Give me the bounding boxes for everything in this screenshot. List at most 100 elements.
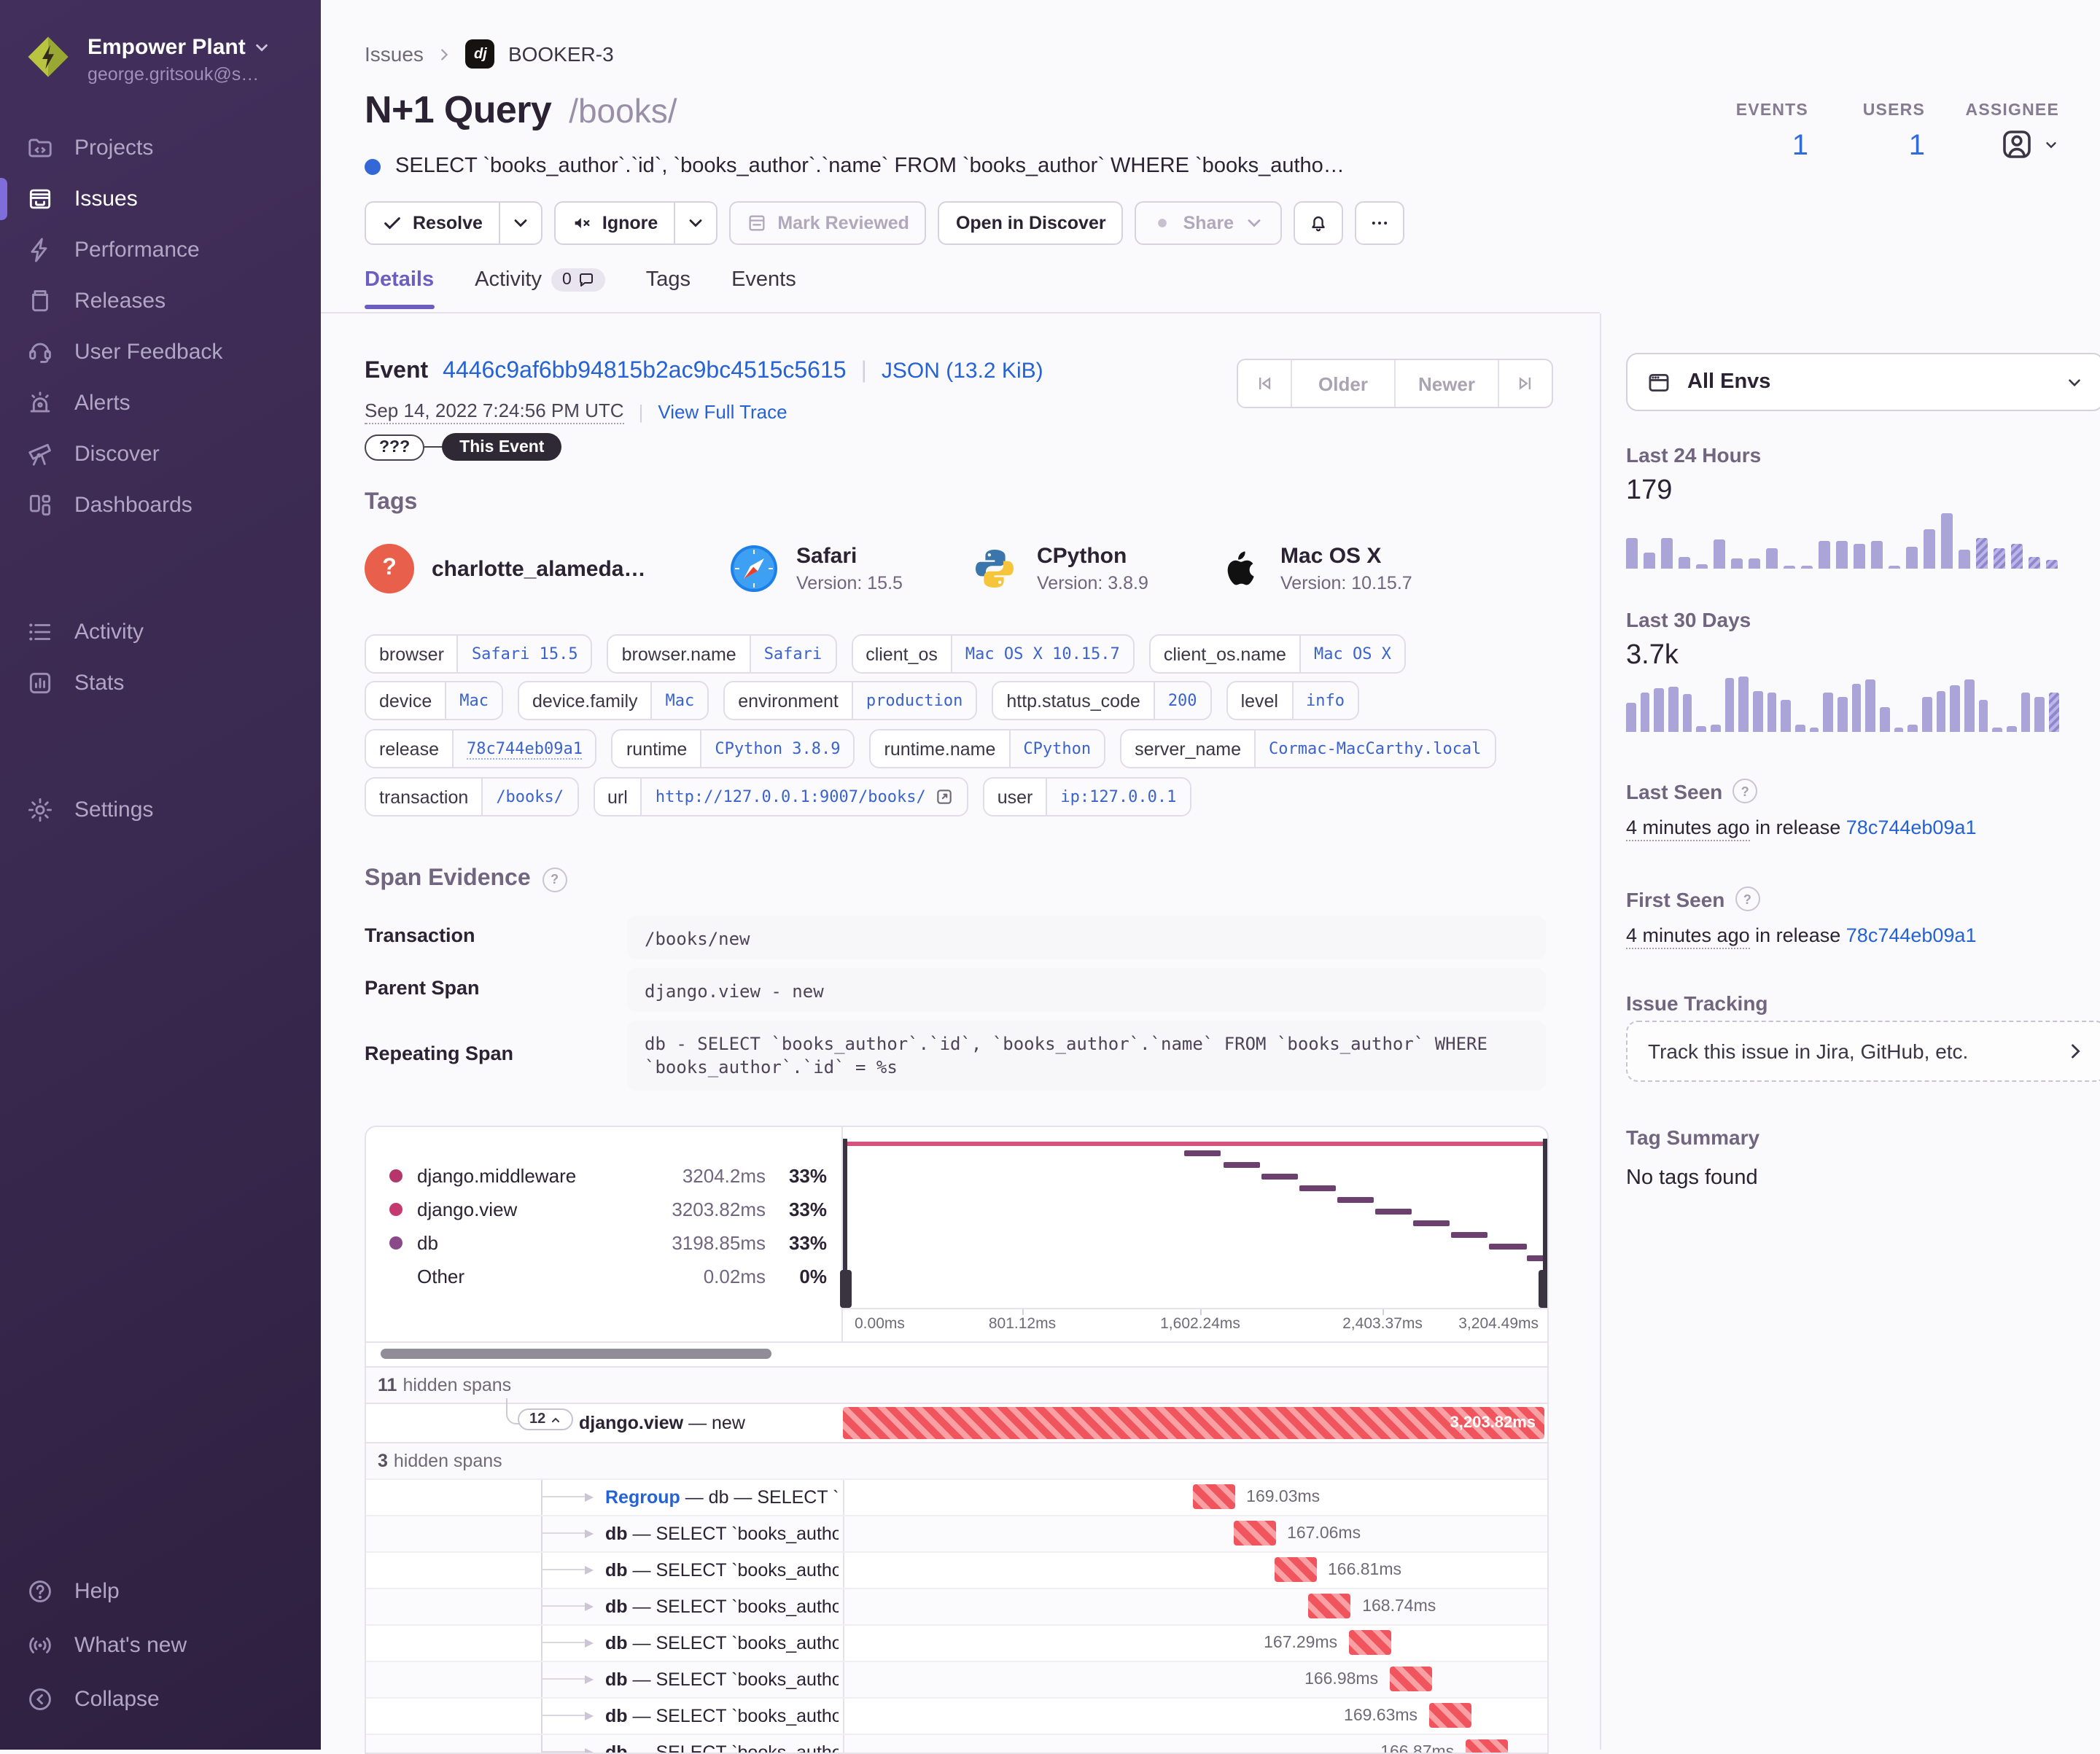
span-row[interactable]: db — SELECT `books_author` 168.74ms — [366, 1588, 1547, 1624]
span-duration-bar[interactable] — [1429, 1703, 1472, 1728]
tag-pill-device[interactable]: device Mac — [365, 681, 504, 720]
parent-span-bar[interactable]: 3,203.82ms — [843, 1407, 1544, 1439]
sidebar-item-what-s-new[interactable]: What's new — [0, 1618, 321, 1672]
hidden-spans-row-top[interactable]: 11 hidden spans — [366, 1366, 1547, 1403]
tag-pill-client-os[interactable]: client_os Mac OS X 10.15.7 — [851, 634, 1135, 674]
sidebar-item-performance[interactable]: Performance — [0, 225, 321, 276]
sidebar-item-stats[interactable]: Stats — [0, 658, 321, 709]
view-full-trace-link[interactable]: View Full Trace — [658, 401, 787, 423]
tag-pill-release[interactable]: release 78c744eb09a1 — [365, 729, 597, 768]
tab-activity[interactable]: Activity 0 — [475, 268, 605, 309]
span-row[interactable]: db — SELECT `books_author` 169.63ms — [366, 1697, 1547, 1734]
oldest-event-button[interactable] — [1238, 360, 1291, 407]
sidebar-item-projects[interactable]: Projects — [0, 122, 321, 174]
help-question-icon[interactable]: ? — [1732, 779, 1758, 803]
users-count[interactable]: 1 — [1811, 130, 1925, 163]
legend-op-name: db — [417, 1232, 438, 1254]
last-seen-ago[interactable]: 4 minutes ago — [1626, 816, 1750, 841]
span-row[interactable]: db — SELECT `books_author` 167.29ms — [366, 1624, 1547, 1661]
span-row[interactable]: db — SELECT `books_author` 166.98ms — [366, 1661, 1547, 1697]
tag-pill-level[interactable]: level info — [1226, 681, 1359, 720]
minimap-left-knob[interactable] — [840, 1270, 852, 1309]
mark-reviewed-button[interactable]: Mark Reviewed — [729, 201, 927, 245]
last-seen-release-link[interactable]: 78c744eb09a1 — [1846, 816, 1977, 838]
span-group-expander[interactable]: 12 — [518, 1408, 574, 1430]
tag-pill-user[interactable]: user ip:127.0.0.1 — [982, 777, 1191, 816]
sidebar-item-collapse[interactable]: Collapse — [0, 1672, 321, 1726]
sidebar-item-discover[interactable]: Discover — [0, 429, 321, 480]
ignore-button[interactable]: Ignore — [553, 201, 676, 245]
environment-selector[interactable]: All Envs — [1626, 353, 2100, 411]
event-json-link[interactable]: JSON (13.2 KiB) — [882, 359, 1043, 383]
tag-card-safari[interactable]: Safari Version: 15.5 — [729, 528, 970, 609]
open-in-discover-button[interactable]: Open in Discover — [938, 201, 1124, 245]
help-question-icon[interactable]: ? — [542, 867, 567, 892]
event-id-link[interactable]: 4446c9af6bb94815b2ac9bc4515c5615 — [443, 359, 846, 385]
parent-span-row[interactable]: 12 django.view — new 3,203.82ms — [366, 1398, 1547, 1442]
trace-minimap[interactable] — [840, 1127, 1547, 1309]
this-event-pill[interactable]: This Event — [442, 433, 562, 461]
newest-event-button[interactable] — [1498, 360, 1552, 407]
tag-card-cpython[interactable]: CPython Version: 3.8.9 — [970, 528, 1213, 609]
sidebar-item-help[interactable]: Help — [0, 1564, 321, 1618]
first-seen-release-link[interactable]: 78c744eb09a1 — [1846, 924, 1977, 946]
sidebar-item-releases[interactable]: Releases — [0, 276, 321, 327]
tab-tags[interactable]: Tags — [646, 268, 691, 309]
assignee-selector[interactable] — [1940, 127, 2059, 162]
sidebar-item-alerts[interactable]: Alerts — [0, 378, 321, 429]
span-duration-bar[interactable] — [1274, 1557, 1316, 1582]
help-question-icon[interactable]: ? — [1735, 886, 1760, 911]
sidebar-item-settings[interactable]: Settings — [0, 784, 321, 835]
tag-pill-transaction[interactable]: transaction/books/ — [365, 777, 579, 816]
ignore-dropdown-button[interactable] — [675, 201, 718, 245]
tag-card-mac-os-x[interactable]: Mac OS X Version: 10.15.7 — [1213, 528, 1534, 609]
tag-pill-browser-name[interactable]: browser.name Safari — [607, 634, 837, 674]
span-duration-bar[interactable] — [1233, 1521, 1276, 1546]
tag-pill-device-family[interactable]: device.family Mac — [518, 681, 709, 720]
waterfall-scrollbar[interactable] — [381, 1349, 771, 1359]
first-seen-ago[interactable]: 4 minutes ago — [1626, 924, 1750, 949]
span-duration-bar[interactable] — [1308, 1594, 1351, 1618]
org-switcher[interactable]: Empower Plant george.gritsouk@s… — [0, 0, 321, 85]
sidebar-item-user-feedback[interactable]: User Feedback — [0, 327, 321, 378]
tab-events[interactable]: Events — [731, 268, 796, 309]
tag-card-charlotte-alameda-[interactable]: ? charlotte_alameda… — [365, 528, 729, 609]
span-row[interactable]: db — SELECT `books_author` 166.81ms — [366, 1551, 1547, 1588]
newer-event-button[interactable]: Newer — [1394, 360, 1498, 407]
tag-pill-environment[interactable]: environment production — [723, 681, 978, 720]
sidebar-item-activity[interactable]: Activity — [0, 607, 321, 658]
tag-pill-http-status-code[interactable]: http.status_code 200 — [992, 681, 1212, 720]
sidebar-item-issues[interactable]: Issues — [0, 174, 321, 225]
older-event-button[interactable]: Older — [1291, 360, 1394, 407]
tag-pill-runtime-name[interactable]: runtime.name CPython — [869, 729, 1106, 768]
span-row[interactable]: db — SELECT `books_author` 167.06ms — [366, 1515, 1547, 1551]
track-issue-button[interactable]: Track this issue in Jira, GitHub, etc. — [1626, 1021, 2100, 1082]
resolve-dropdown-button[interactable] — [499, 201, 542, 245]
tag-pill-server-name[interactable]: server_name Cormac-MacCarthy.local — [1120, 729, 1496, 768]
events-count[interactable]: 1 — [1677, 130, 1808, 163]
hidden-spans-row-inner[interactable]: 3 hidden spans — [366, 1442, 1547, 1478]
more-actions-button[interactable] — [1355, 201, 1405, 245]
unknown-event-pill[interactable]: ??? — [365, 434, 425, 460]
legend-op-name: django.view — [417, 1198, 518, 1220]
resolve-button[interactable]: Resolve — [365, 201, 500, 245]
breadcrumb-issues-link[interactable]: Issues — [365, 42, 424, 66]
event-timestamp[interactable]: Sep 14, 2022 7:24:56 PM UTC — [365, 399, 624, 424]
chevron-up-icon — [552, 1416, 560, 1422]
tag-pill-url[interactable]: url http://127.0.0.1:9007/books/ — [593, 777, 968, 816]
span-duration-bar[interactable] — [1349, 1630, 1392, 1655]
minimap-right-knob[interactable] — [1539, 1270, 1547, 1309]
span-duration-bar[interactable] — [1192, 1484, 1235, 1509]
span-bar-area: 167.06ms — [843, 1516, 1547, 1551]
span-duration-bar[interactable] — [1390, 1667, 1433, 1691]
share-button[interactable]: Share — [1135, 201, 1283, 245]
sidebar-item-dashboards[interactable]: Dashboards — [0, 480, 321, 531]
span-row[interactable]: db — SELECT `books_author` 166.87ms — [366, 1734, 1547, 1753]
span-row[interactable]: Regroup — db — SELECT `boo 169.03ms — [366, 1478, 1547, 1515]
tab-details[interactable]: Details — [365, 268, 434, 309]
tag-pill-browser[interactable]: browser Safari 15.5 — [365, 634, 593, 674]
tag-pill-client-os-name[interactable]: client_os.name Mac OS X — [1148, 634, 1406, 674]
tag-pill-runtime[interactable]: runtime CPython 3.8.9 — [611, 729, 855, 768]
subscribe-bell-button[interactable] — [1294, 201, 1344, 245]
span-duration-bar[interactable] — [1466, 1739, 1509, 1753]
